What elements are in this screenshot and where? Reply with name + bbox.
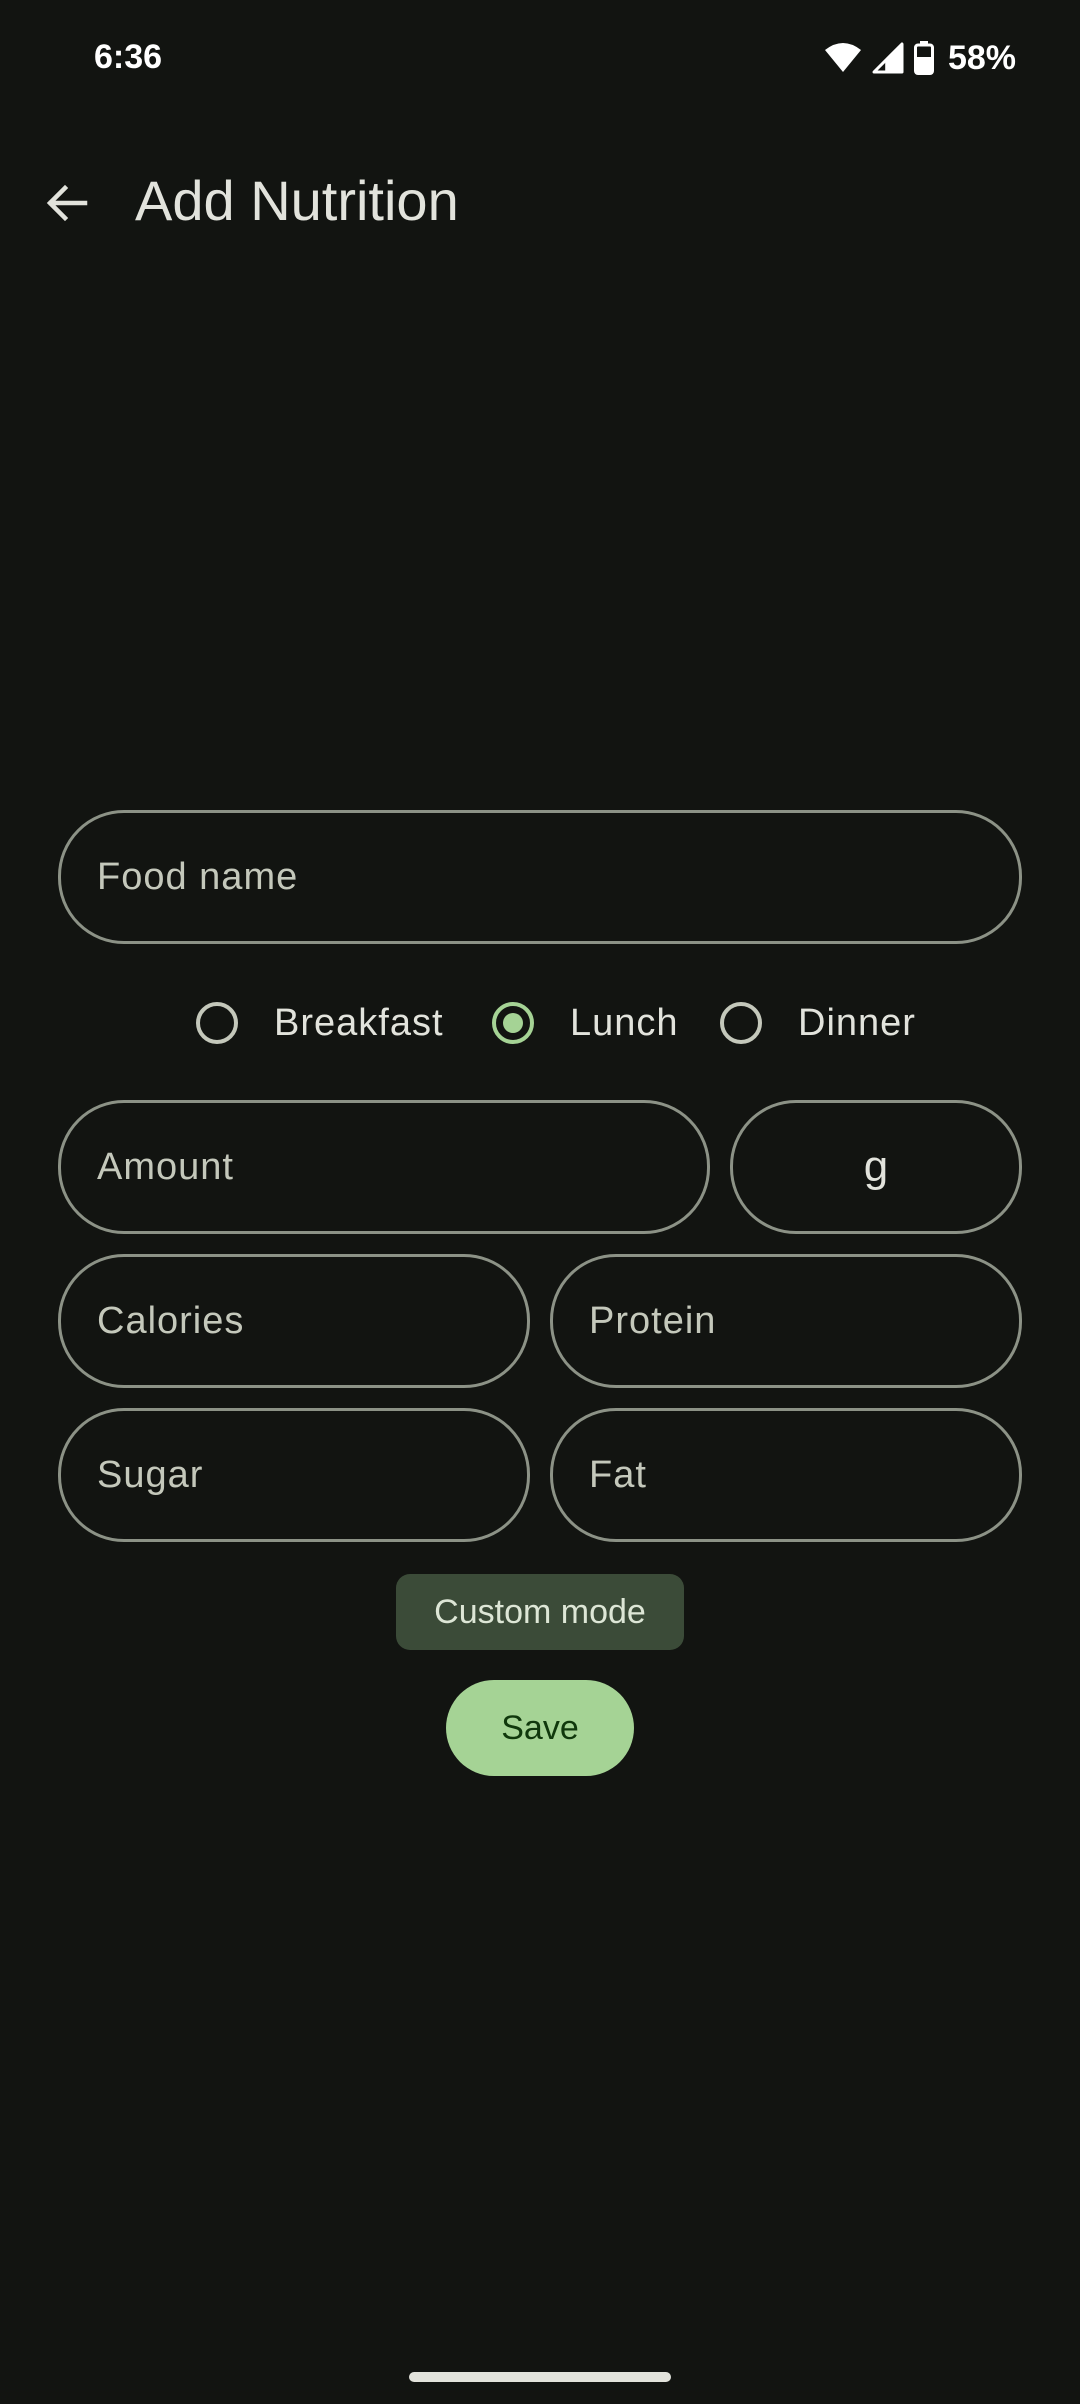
custom-mode-button[interactable]: Custom mode — [396, 1574, 684, 1650]
page-title: Add Nutrition — [135, 169, 459, 232]
radio-lunch-indicator — [492, 1002, 534, 1044]
protein-input[interactable] — [550, 1254, 1022, 1388]
radio-dinner-label: Dinner — [798, 1001, 916, 1044]
cell-signal-icon — [872, 42, 904, 74]
gesture-nav-handle[interactable] — [409, 2372, 671, 2382]
meal-radio-group: Breakfast Lunch Dinner — [0, 988, 1080, 1058]
status-bar: 6:36 58% — [0, 0, 1080, 120]
battery-percent: 58% — [947, 38, 1016, 77]
unit-input[interactable] — [730, 1100, 1022, 1234]
calories-input[interactable] — [58, 1254, 530, 1388]
radio-lunch[interactable]: Lunch — [492, 988, 679, 1058]
sugar-input[interactable] — [58, 1408, 530, 1542]
app-bar: Add Nutrition — [0, 150, 1080, 250]
battery-icon — [913, 41, 934, 75]
fat-input[interactable] — [550, 1408, 1022, 1542]
amount-input[interactable] — [58, 1100, 710, 1234]
radio-lunch-label: Lunch — [570, 1001, 679, 1044]
radio-breakfast[interactable]: Breakfast — [196, 988, 444, 1058]
radio-breakfast-indicator — [196, 1002, 238, 1044]
wifi-icon — [824, 42, 862, 74]
radio-dinner-indicator — [720, 1002, 762, 1044]
status-time: 6:36 — [94, 38, 163, 76]
status-icons: 58% — [824, 36, 1016, 80]
arrow-left-icon — [45, 181, 89, 230]
food-name-input[interactable] — [58, 810, 1022, 944]
radio-breakfast-label: Breakfast — [274, 1001, 444, 1044]
radio-dinner[interactable]: Dinner — [720, 988, 916, 1058]
back-button[interactable] — [22, 160, 112, 250]
save-button[interactable]: Save — [446, 1680, 634, 1776]
